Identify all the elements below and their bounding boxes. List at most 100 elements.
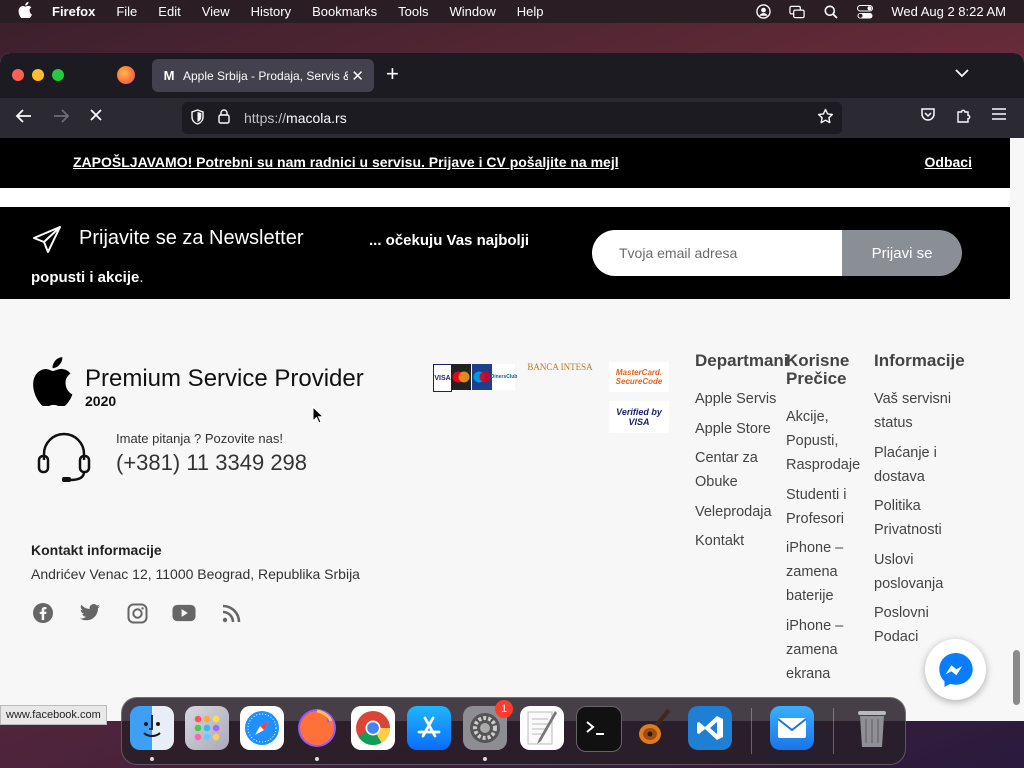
departmani-title: Departmani xyxy=(695,351,789,370)
vscode-icon[interactable] xyxy=(688,706,732,750)
url-text[interactable]: https://macola.rs xyxy=(244,110,347,126)
hamburger-menu-icon[interactable] xyxy=(992,107,1006,125)
close-tab-icon[interactable]: ✕ xyxy=(351,67,364,85)
link-centar-za-obuke[interactable]: Centar za xyxy=(695,446,758,470)
forward-arrow-icon[interactable] xyxy=(52,107,70,129)
youtube-icon[interactable] xyxy=(172,601,196,625)
link-akcije-line3[interactable]: Rasprodaje xyxy=(786,453,860,477)
newsletter-subscribe-button[interactable]: Prijavi se xyxy=(842,230,962,276)
phone-number[interactable]: (+381) 11 3349 298 xyxy=(116,450,307,476)
menu-edit[interactable]: Edit xyxy=(158,4,180,19)
link-iphone-ekran-line3[interactable]: ekrana xyxy=(786,662,830,686)
twitter-icon[interactable] xyxy=(78,601,102,625)
call-us-label: Imate pitanja ? Pozovite nas! xyxy=(116,431,283,446)
url-bar[interactable]: https://macola.rs xyxy=(182,102,842,134)
safari-icon[interactable] xyxy=(240,706,284,750)
link-placanje-line2[interactable]: dostava xyxy=(874,465,925,489)
page-scrollbar-thumb[interactable] xyxy=(1013,650,1020,705)
firefox-view-icon[interactable] xyxy=(117,66,135,84)
pocket-icon[interactable] xyxy=(920,107,936,128)
trash-icon[interactable] xyxy=(850,706,894,750)
mail-icon[interactable] xyxy=(770,706,814,750)
facebook-icon[interactable] xyxy=(31,601,55,625)
tab-active[interactable]: M Apple Srbija - Prodaja, Servis & ... ✕ xyxy=(152,59,374,92)
close-window-button[interactable] xyxy=(12,69,24,81)
link-studenti-line2[interactable]: Profesori xyxy=(786,507,844,531)
link-uslovi[interactable]: Uslovi xyxy=(874,548,913,572)
link-poslovni-podaci[interactable]: Poslovni xyxy=(874,601,929,625)
link-uslovi-line2[interactable]: poslovanja xyxy=(874,572,943,596)
garageband-icon[interactable] xyxy=(632,706,676,750)
link-kontakt[interactable]: Kontakt xyxy=(695,529,744,553)
menu-file[interactable]: File xyxy=(116,4,137,19)
chrome-icon[interactable] xyxy=(351,706,395,750)
messenger-chat-button[interactable] xyxy=(925,639,986,700)
stop-loading-icon[interactable] xyxy=(88,107,104,127)
launchpad-icon[interactable] xyxy=(185,706,229,750)
newsletter-sub-prefix: ... očekuju Vas xyxy=(369,232,477,249)
dock-separator xyxy=(751,708,752,754)
contact-info-title: Kontakt informacije xyxy=(31,542,162,558)
link-servisni-status-line2[interactable]: status xyxy=(874,411,913,435)
new-tab-button[interactable]: + xyxy=(386,63,399,85)
user-account-icon[interactable] xyxy=(755,4,771,19)
newsletter-email-input[interactable] xyxy=(592,230,842,276)
extensions-puzzle-icon[interactable] xyxy=(956,107,972,128)
link-politika-line2[interactable]: Privatnosti xyxy=(874,518,942,542)
menu-app-name[interactable]: Firefox xyxy=(52,4,95,19)
link-iphone-ekran-line2[interactable]: zamena xyxy=(786,638,838,662)
link-iphone-ekran[interactable]: iPhone – xyxy=(786,614,843,638)
apple-menu-icon[interactable] xyxy=(18,1,38,22)
link-iphone-baterija[interactable]: iPhone – xyxy=(786,536,843,560)
link-servisni-status[interactable]: Vaš servisni xyxy=(874,387,951,411)
link-veleprodaja[interactable]: Veleprodaja xyxy=(695,500,772,524)
link-placanje[interactable]: Plaćanje i xyxy=(874,441,937,465)
terminal-icon[interactable] xyxy=(576,706,622,752)
link-apple-servis[interactable]: Apple Servis xyxy=(695,387,776,411)
newsletter-heading: Prijavite se za Newsletter xyxy=(79,227,304,249)
menu-bookmarks[interactable]: Bookmarks xyxy=(312,4,377,19)
contact-address: Andrićev Venac 12, 11000 Beograd, Republ… xyxy=(31,566,360,582)
back-arrow-icon[interactable] xyxy=(15,107,33,129)
link-iphone-baterija-line2[interactable]: zamena xyxy=(786,560,838,584)
control-center-icon[interactable] xyxy=(857,4,874,19)
hiring-notice-link[interactable]: ZAPOŠLJAVAMO! Potrebni su nam radnici u … xyxy=(73,154,619,170)
link-poslovni-podaci-line2[interactable]: Podaci xyxy=(874,625,918,649)
link-studenti[interactable]: Studenti i xyxy=(786,483,846,507)
system-settings-icon[interactable]: 1 xyxy=(463,700,513,750)
finder-icon[interactable] xyxy=(130,706,174,750)
list-all-tabs-chevron-icon[interactable] xyxy=(955,65,969,81)
tab-title: Apple Srbija - Prodaja, Servis & ... xyxy=(183,68,348,83)
tracking-protection-shield-icon[interactable] xyxy=(190,108,206,128)
link-centar-za-obuke-line2[interactable]: Obuke xyxy=(695,470,738,494)
paper-plane-icon xyxy=(32,225,62,255)
link-iphone-baterija-line3[interactable]: baterije xyxy=(786,584,834,608)
finder-running-dot xyxy=(150,757,154,761)
firefox-icon[interactable] xyxy=(295,706,339,750)
app-store-icon[interactable] xyxy=(407,706,451,750)
lock-icon[interactable] xyxy=(218,109,232,127)
dismiss-notice-link[interactable]: Odbaci xyxy=(925,154,972,170)
navigation-toolbar: https://macola.rs xyxy=(0,98,1024,138)
screen-mirroring-icon[interactable] xyxy=(789,5,805,19)
minimize-window-button[interactable] xyxy=(32,69,44,81)
menu-tools[interactable]: Tools xyxy=(398,4,428,19)
url-host: macola.rs xyxy=(286,110,347,126)
textedit-icon[interactable] xyxy=(520,706,564,750)
bookmark-star-icon[interactable] xyxy=(817,108,834,130)
rss-icon[interactable] xyxy=(220,601,244,625)
menu-history[interactable]: History xyxy=(251,4,291,19)
menubar-clock[interactable]: Wed Aug 2 8:22 AM xyxy=(891,4,1006,19)
korisne-precice-title-line2: Prečice xyxy=(786,369,847,388)
link-akcije-line2[interactable]: Popusti, xyxy=(786,429,838,453)
menu-help[interactable]: Help xyxy=(517,4,544,19)
link-apple-store[interactable]: Apple Store xyxy=(695,417,771,441)
menu-window[interactable]: Window xyxy=(450,4,496,19)
zoom-window-button[interactable] xyxy=(52,69,64,81)
link-politika[interactable]: Politika xyxy=(874,494,921,518)
menu-view[interactable]: View xyxy=(202,4,230,19)
instagram-icon[interactable] xyxy=(125,601,149,625)
link-akcije[interactable]: Akcije, xyxy=(786,405,829,429)
spotlight-search-icon[interactable] xyxy=(823,5,839,19)
macos-menubar: Firefox File Edit View History Bookmarks… xyxy=(0,0,1024,23)
